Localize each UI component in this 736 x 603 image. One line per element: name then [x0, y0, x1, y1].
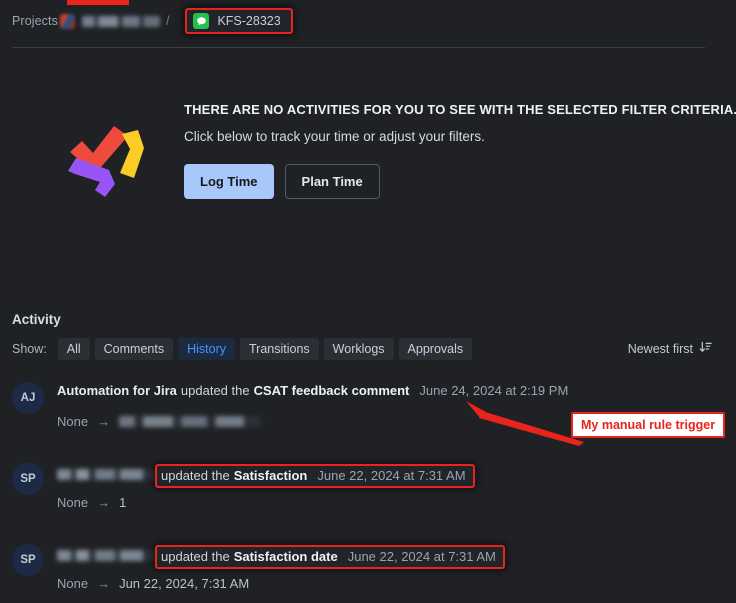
entry-change-arrow: →	[97, 495, 111, 510]
entry-timestamp: June 22, 2024 at 7:31 AM	[317, 468, 466, 483]
entry-timestamp: June 22, 2024 at 7:31 AM	[347, 549, 496, 564]
entry-actor-name-redacted[interactable]	[57, 468, 157, 480]
entry-change-to: Jun 22, 2024, 7:31 AM	[119, 576, 250, 591]
entry-field-name: Satisfaction date	[233, 549, 338, 564]
avatar[interactable]: SP	[12, 463, 44, 495]
empty-state-title: THERE ARE NO ACTIVITIES FOR YOU TO SEE W…	[184, 102, 736, 117]
log-time-button[interactable]: Log Time	[184, 164, 274, 199]
plan-time-button[interactable]: Plan Time	[284, 164, 380, 199]
entry-field-name: CSAT feedback comment	[253, 383, 410, 398]
activity-filter-row: Show: All Comments History Transitions W…	[12, 338, 724, 360]
top-annotation-stub	[67, 0, 129, 5]
entry-change-row: None → Jun 22, 2024, 7:31 AM	[57, 576, 505, 591]
entry-highlight-annotation: updated the Satisfaction June 22, 2024 a…	[155, 464, 475, 488]
entry-timestamp: June 24, 2024 at 2:19 PM	[419, 383, 569, 398]
empty-state-illustration	[68, 126, 144, 197]
empty-state-subtitle: Click below to track your time or adjust…	[184, 129, 485, 144]
tab-worklogs[interactable]: Worklogs	[323, 338, 394, 360]
sort-order-control[interactable]: Newest first	[628, 341, 724, 357]
empty-state-actions: Log Time Plan Time	[184, 164, 736, 199]
entry-change-from: None	[57, 414, 89, 429]
activity-entry: SP updated the Satisfaction date June 22…	[12, 544, 724, 591]
tab-comments[interactable]: Comments	[94, 338, 174, 360]
breadcrumb-project-name-redacted[interactable]	[81, 15, 160, 27]
breadcrumb-issue-key-chip[interactable]: KFS-28323	[185, 8, 293, 34]
entry-actor-name-redacted[interactable]	[57, 549, 157, 561]
breadcrumb-projects-link[interactable]: Projects	[12, 14, 58, 28]
entry-verb: updated the	[180, 383, 250, 398]
avatar[interactable]: SP	[12, 544, 44, 576]
entry-verb: updated the	[161, 468, 230, 483]
breadcrumb: Projects / KFS-28323	[12, 8, 293, 34]
entry-field-name: Satisfaction	[233, 468, 308, 483]
avatar[interactable]: AJ	[12, 382, 44, 414]
entry-change-from: None	[57, 495, 89, 510]
entry-change-row: None → 1	[57, 495, 475, 510]
breadcrumb-separator: /	[165, 14, 170, 28]
entry-change-to: 1	[119, 495, 127, 510]
callout-annotation-label: My manual rule trigger	[571, 412, 726, 438]
entry-change-arrow: →	[97, 414, 111, 429]
entry-highlight-annotation: updated the Satisfaction date June 22, 2…	[155, 545, 505, 569]
project-avatar-icon	[59, 13, 75, 29]
tab-history[interactable]: History	[178, 338, 235, 360]
empty-state-panel: THERE ARE NO ACTIVITIES FOR YOU TO SEE W…	[62, 100, 736, 200]
tab-all[interactable]: All	[57, 338, 90, 360]
breadcrumb-issue-key-label: KFS-28323	[217, 14, 281, 28]
entry-change-row: None →	[57, 414, 568, 429]
green-comment-icon	[193, 13, 210, 29]
entry-verb: updated the	[161, 549, 230, 564]
entry-change-arrow: →	[97, 576, 111, 591]
activity-tabs: All Comments History Transitions Worklog…	[57, 338, 473, 360]
entry-change-to-redacted	[119, 416, 262, 427]
sort-order-label: Newest first	[627, 342, 693, 356]
sort-descending-icon	[699, 341, 712, 357]
activity-entry: SP updated the Satisfaction June 22, 202…	[12, 463, 724, 510]
tab-approvals[interactable]: Approvals	[398, 338, 473, 360]
activity-heading: Activity	[12, 312, 61, 327]
entry-change-from: None	[57, 576, 89, 591]
tab-transitions[interactable]: Transitions	[240, 338, 319, 360]
header-divider	[12, 47, 705, 48]
entry-actor-name[interactable]: Automation for Jira	[57, 383, 177, 398]
show-label: Show:	[12, 342, 47, 356]
